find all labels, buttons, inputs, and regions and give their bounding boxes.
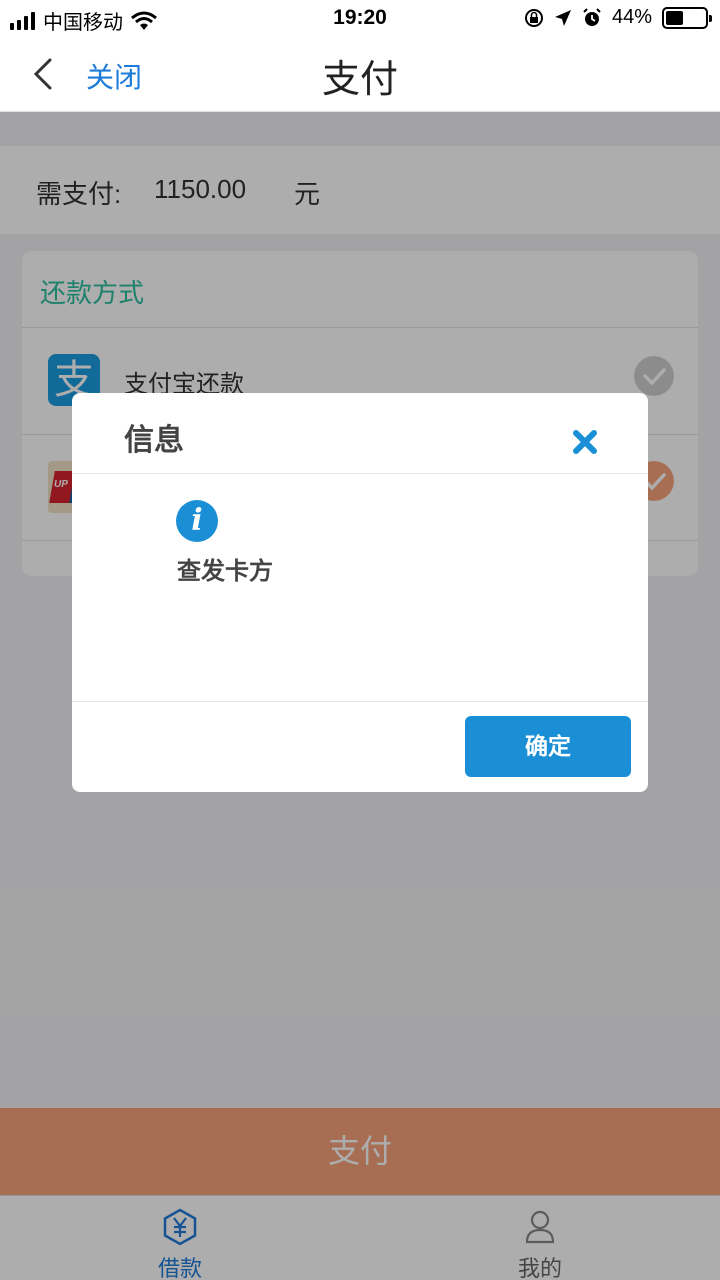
location-icon — [554, 9, 571, 26]
info-dialog: 信息 i 查发卡方 确定 — [72, 393, 648, 792]
dialog-title: 信息 — [124, 424, 184, 457]
close-link[interactable]: 关闭 — [86, 56, 142, 96]
close-icon[interactable] — [570, 427, 600, 457]
status-bar: 中国移动 19:20 44% — [0, 0, 720, 36]
dialog-divider — [72, 473, 648, 474]
alarm-icon — [583, 7, 601, 26]
info-icon: i — [176, 500, 218, 542]
rotation-lock-icon — [524, 8, 543, 27]
battery-icon — [662, 6, 712, 29]
battery-percent: 44% — [611, 6, 652, 28]
navigation-bar: 关闭 支付 — [0, 36, 720, 112]
dialog-divider — [72, 701, 648, 702]
back-chevron-icon[interactable] — [24, 54, 64, 94]
dialog-message: 查发卡方 — [177, 558, 273, 585]
confirm-button[interactable]: 确定 — [465, 716, 631, 777]
